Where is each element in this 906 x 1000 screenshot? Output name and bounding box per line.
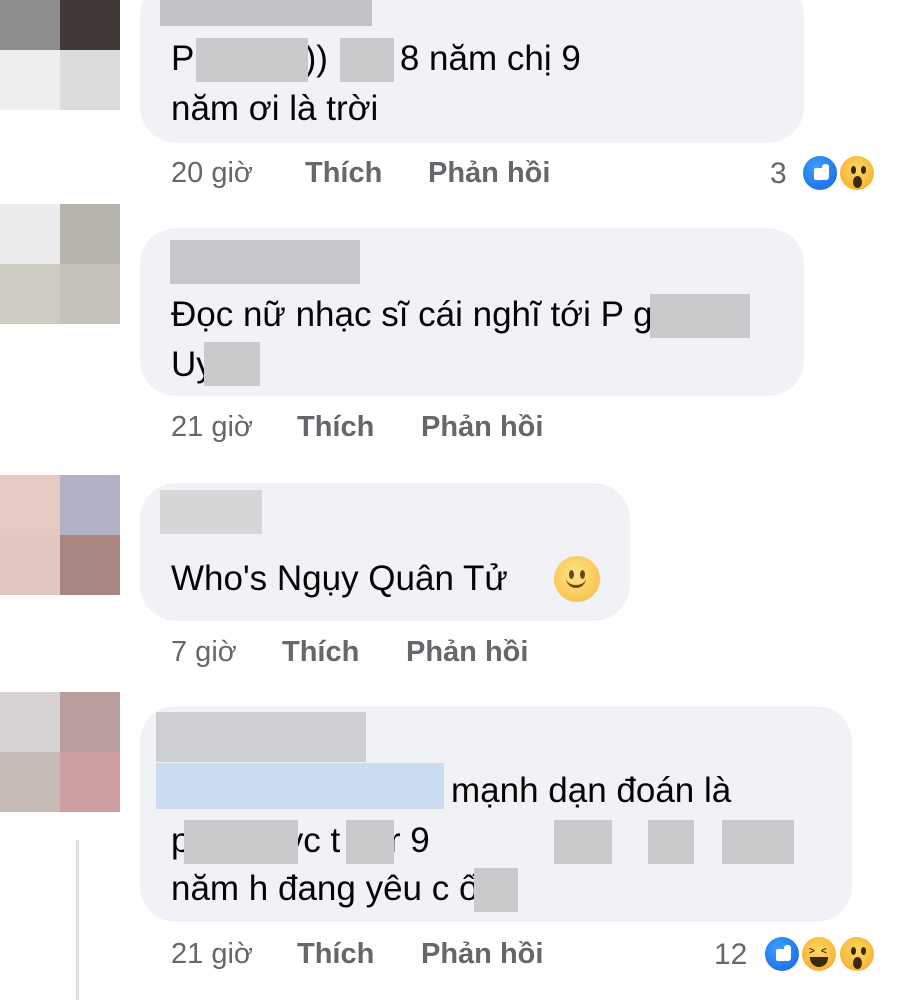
like-link[interactable]: Thích [297,938,374,971]
reply-link[interactable]: Phản hồi [428,157,550,190]
like-link[interactable]: Thích [305,157,382,190]
like-link[interactable]: Thích [282,636,359,669]
redacted-author-name [170,240,360,284]
comment-time[interactable]: 7 giờ [171,636,237,669]
redacted-text [340,38,394,82]
comment-text-line-1: Đọc nữ nhạc sĩ cái nghĩ tới P g [171,295,653,334]
redacted-text [554,820,612,864]
redacted-text [196,38,308,82]
redacted-text [648,820,694,864]
comment-time[interactable]: 21 giờ [171,411,253,444]
reaction-count[interactable]: 3 [770,157,787,191]
comment-time[interactable]: 21 giờ [171,938,253,971]
reply-link[interactable]: Phản hồi [421,411,543,444]
redacted-text [184,820,298,864]
reaction-count[interactable]: 12 [714,938,747,972]
reply-link[interactable]: Phản hồi [406,636,528,669]
avatar[interactable] [0,204,120,324]
thread-line [76,840,79,1000]
redacted-author-name [160,490,262,534]
comment-text-line-3: năm h đang yêu c ố [171,869,479,908]
redacted-text [346,820,394,864]
comment-text: Who's Ngụy Quân Tử [171,559,508,598]
wow-icon[interactable] [837,934,877,974]
redacted-text [722,820,794,864]
slightly-smiling-face-icon [554,556,600,602]
like-link[interactable]: Thích [297,411,374,444]
comment-text-line-1: mạnh dạn đoán là [451,771,732,810]
avatar[interactable] [0,475,120,595]
redacted-text [204,342,260,386]
haha-icon[interactable]: >< [799,934,839,974]
like-icon[interactable] [800,153,840,193]
like-icon[interactable] [762,934,802,974]
redacted-text [474,868,518,912]
comment-text-line-2: năm ơi là trời [171,89,379,128]
reply-link[interactable]: Phản hồi [421,938,543,971]
redacted-mention [156,763,444,809]
redacted-author-name [160,0,372,26]
comment-time[interactable]: 20 giờ [171,157,253,190]
avatar[interactable] [0,0,120,110]
avatar[interactable] [0,692,120,812]
redacted-author-name [156,712,366,762]
redacted-text [650,294,750,338]
wow-icon[interactable] [837,153,877,193]
